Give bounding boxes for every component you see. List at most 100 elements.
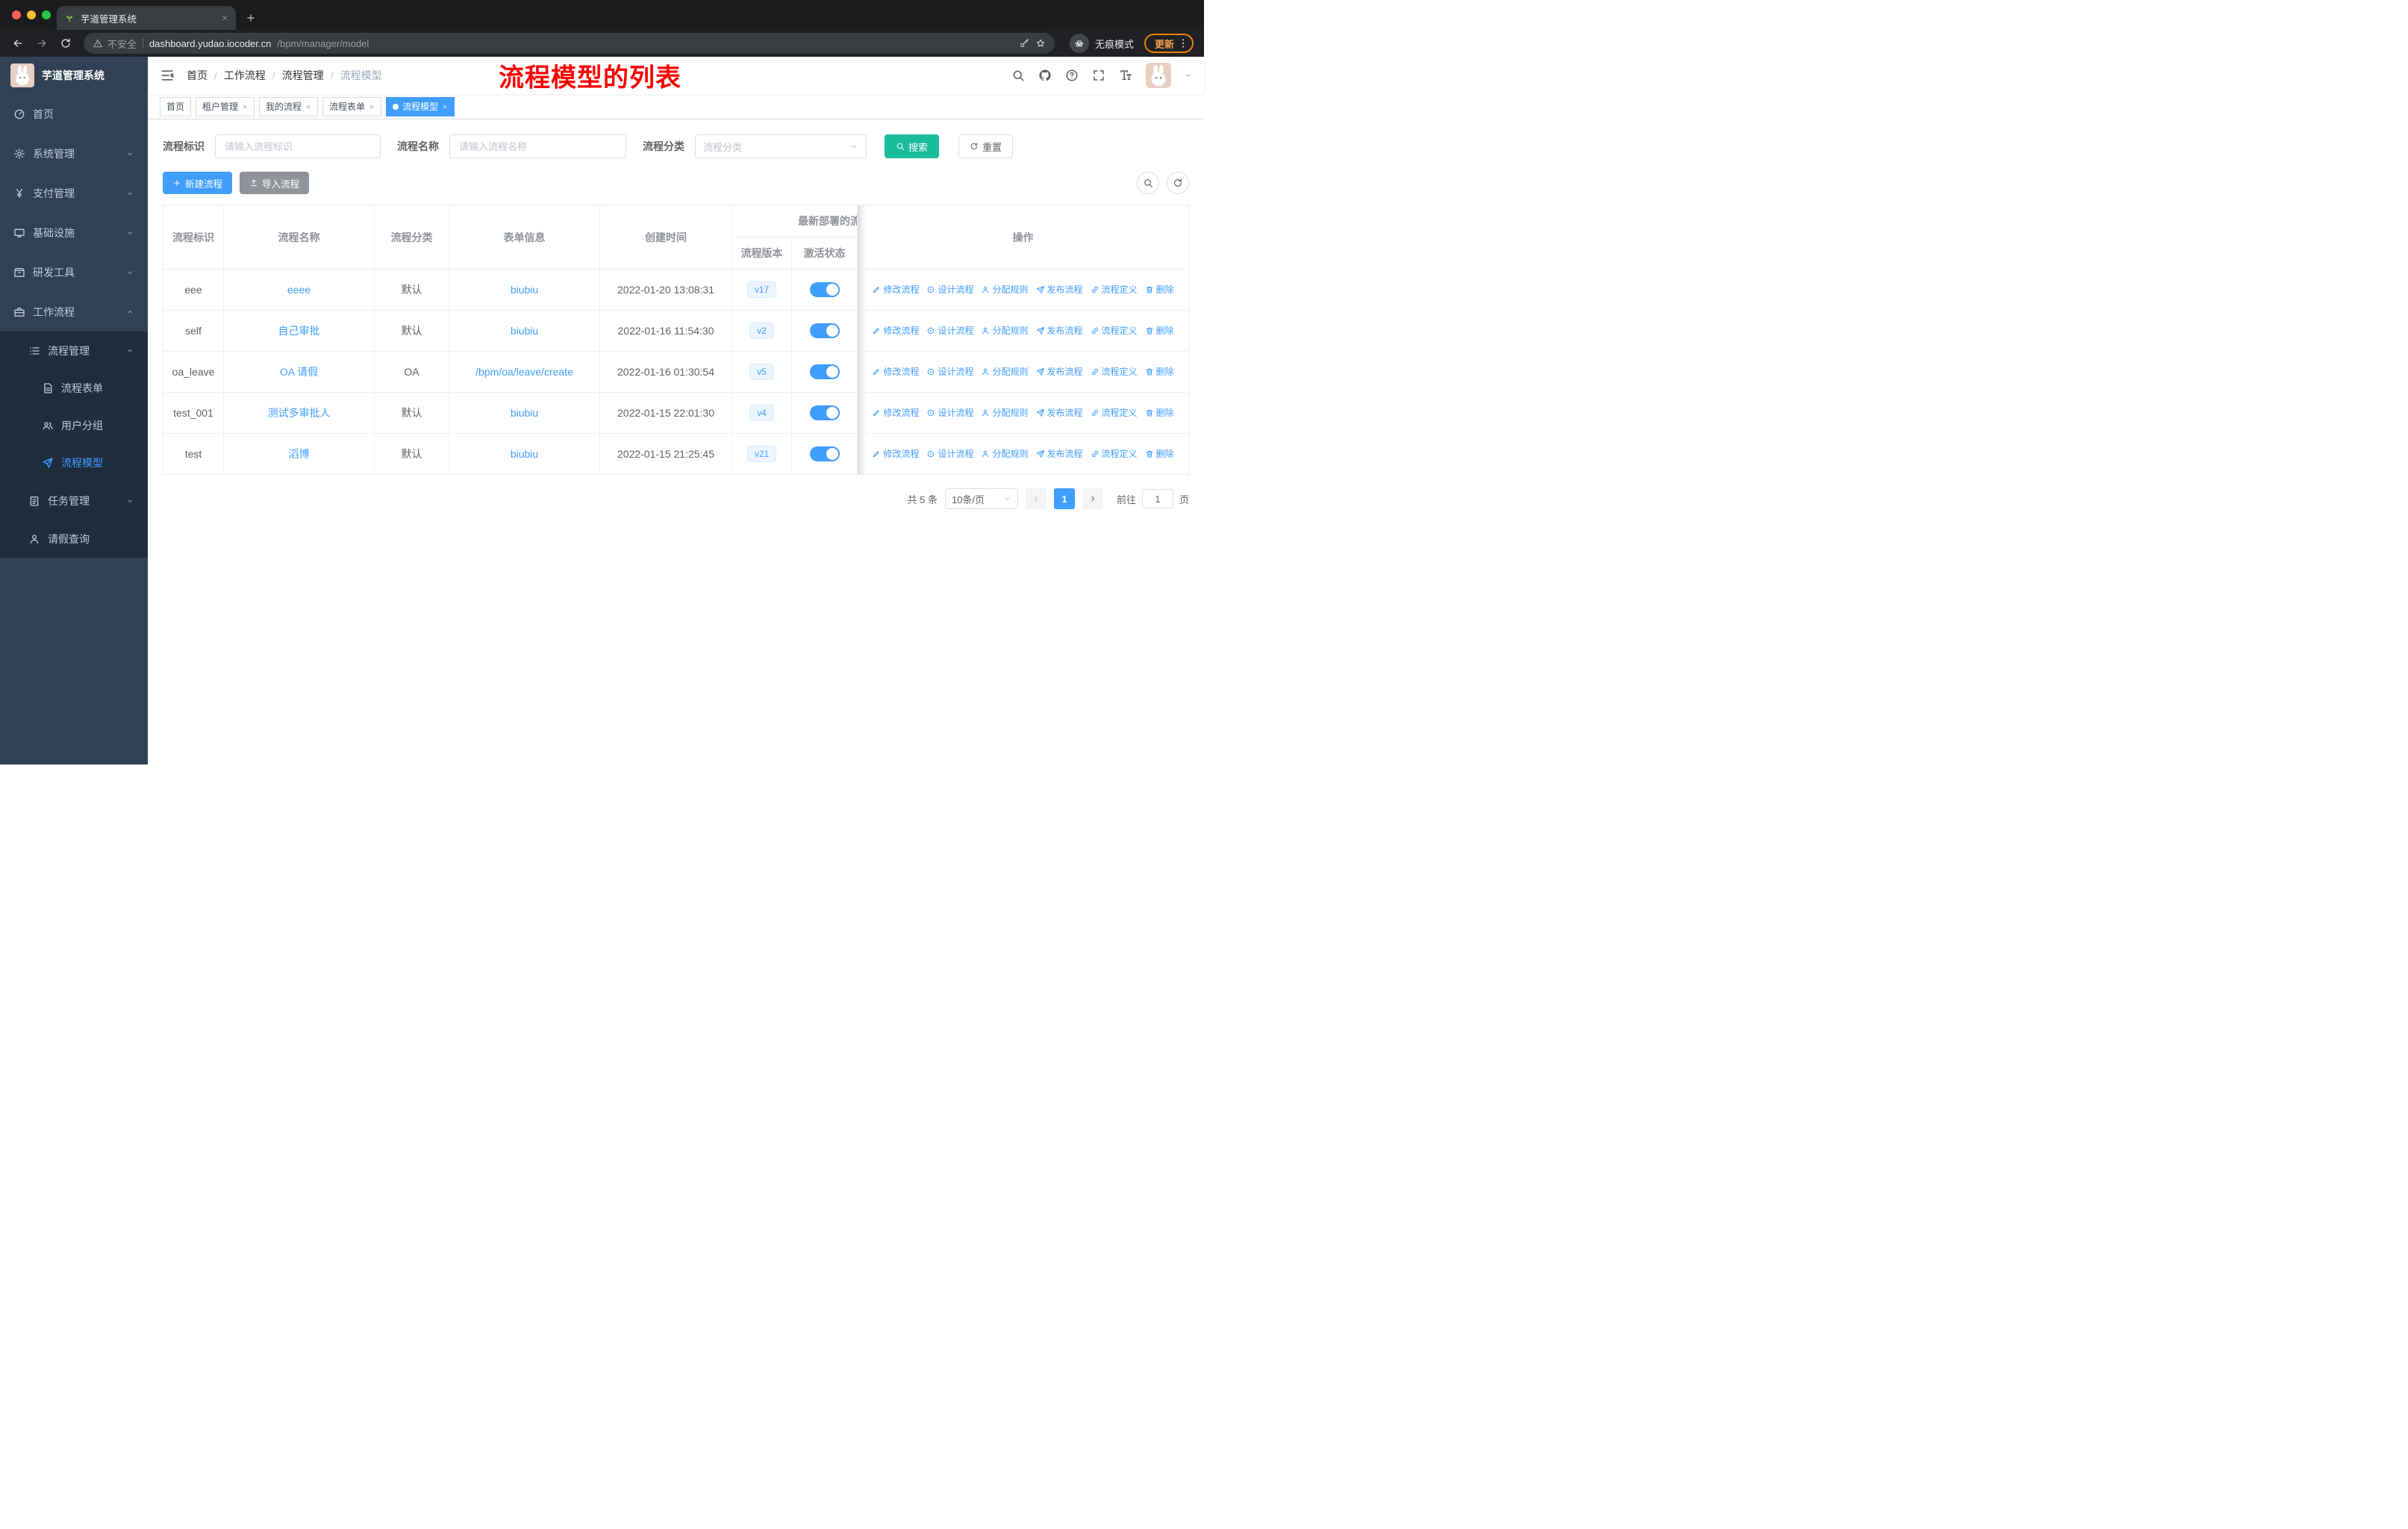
search-button[interactable]: 搜索	[885, 134, 940, 158]
version-badge[interactable]: v17	[746, 281, 777, 298]
github-link[interactable]	[1038, 69, 1052, 82]
form-info-link[interactable]: biubiu	[511, 325, 538, 337]
op-modify-process-link[interactable]: 修改流程	[872, 283, 919, 296]
version-badge[interactable]: v2	[749, 323, 774, 339]
sidebar-item-process-model[interactable]: 流程模型	[0, 444, 148, 482]
kebab-menu-icon[interactable]	[1177, 37, 1189, 49]
active-toggle[interactable]	[809, 282, 840, 297]
tag-process-form[interactable]: 流程表单	[322, 96, 382, 116]
sidebar-item-infra[interactable]: 基础设施	[0, 213, 148, 252]
sidebar-item-process-form[interactable]: 流程表单	[0, 370, 148, 407]
chrome-update-button[interactable]: 更新	[1144, 34, 1194, 53]
fullscreen-button[interactable]	[1092, 69, 1105, 82]
op-delete-link[interactable]: 删除	[1145, 365, 1174, 378]
reload-button[interactable]	[55, 33, 76, 54]
docs-help-button[interactable]	[1065, 69, 1079, 82]
browser-tab[interactable]: 芋道管理系统	[57, 6, 236, 30]
op-assign-rule-link[interactable]: 分配规则	[981, 365, 1029, 378]
version-badge[interactable]: v5	[749, 364, 774, 380]
breadcrumb-home[interactable]: 首页	[187, 68, 208, 83]
sidebar-item-devtools[interactable]: 研发工具	[0, 252, 148, 292]
bookmark-star-icon[interactable]	[1035, 38, 1046, 49]
process-name-link[interactable]: 测试多审批人	[268, 407, 331, 419]
process-name-link[interactable]: 滔博	[289, 448, 310, 460]
sidebar-item-process-management[interactable]: 流程管理	[0, 331, 148, 370]
sidebar-item-leave-query[interactable]: 请假查询	[0, 520, 148, 558]
op-assign-rule-link[interactable]: 分配规则	[981, 283, 1029, 296]
create-process-button[interactable]: 新建流程	[163, 172, 233, 194]
close-icon[interactable]	[442, 104, 448, 110]
breadcrumb-process-management[interactable]: 流程管理	[266, 68, 324, 83]
op-delete-link[interactable]: 删除	[1145, 406, 1174, 419]
close-icon[interactable]	[369, 104, 375, 110]
op-design-process-link[interactable]: 设计流程	[926, 324, 973, 337]
op-publish-process-link[interactable]: 发布流程	[1036, 365, 1083, 378]
form-info-link[interactable]: biubiu	[511, 448, 538, 460]
incognito-avatar[interactable]	[1069, 34, 1089, 53]
op-publish-process-link[interactable]: 发布流程	[1036, 406, 1083, 419]
maximize-window-button[interactable]	[42, 10, 51, 19]
breadcrumb-workflow[interactable]: 工作流程	[208, 68, 266, 83]
reset-button[interactable]: 重置	[958, 134, 1014, 158]
refresh-table-button[interactable]	[1167, 172, 1189, 194]
sidebar-item-home[interactable]: 首页	[0, 94, 148, 134]
toggle-search-button[interactable]	[1137, 172, 1159, 194]
tag-tenant[interactable]: 租户管理	[196, 96, 255, 116]
op-design-process-link[interactable]: 设计流程	[926, 283, 973, 296]
active-toggle[interactable]	[809, 405, 840, 420]
back-button[interactable]	[7, 33, 28, 54]
password-key-icon[interactable]	[1019, 38, 1029, 49]
op-modify-process-link[interactable]: 修改流程	[872, 447, 919, 460]
op-delete-link[interactable]: 删除	[1145, 447, 1174, 460]
goto-page-input[interactable]	[1141, 489, 1173, 508]
op-publish-process-link[interactable]: 发布流程	[1036, 447, 1083, 460]
new-tab-button[interactable]	[240, 7, 261, 28]
op-design-process-link[interactable]: 设计流程	[926, 365, 973, 378]
process-name-link[interactable]: 自己审批	[278, 325, 320, 337]
prev-page-button[interactable]	[1025, 488, 1047, 509]
op-process-definition-link[interactable]: 流程定义	[1091, 406, 1138, 419]
form-info-link[interactable]: biubiu	[511, 284, 538, 296]
page-size-select[interactable]: 10条/页	[944, 488, 1018, 509]
sidebar-item-user-group[interactable]: 用户分组	[0, 407, 148, 444]
op-process-definition-link[interactable]: 流程定义	[1091, 447, 1138, 460]
process-name-input[interactable]	[449, 134, 626, 158]
process-category-select[interactable]: 流程分类	[695, 134, 867, 158]
sidebar-item-system[interactable]: 系统管理	[0, 134, 148, 173]
active-toggle[interactable]	[809, 364, 840, 379]
sidebar-item-workflow[interactable]: 工作流程	[0, 292, 148, 331]
next-page-button[interactable]	[1082, 488, 1103, 509]
active-toggle[interactable]	[809, 446, 840, 461]
op-design-process-link[interactable]: 设计流程	[926, 447, 973, 460]
forward-button[interactable]	[31, 33, 52, 54]
process-name-link[interactable]: eeee	[287, 284, 311, 296]
version-badge[interactable]: v21	[746, 446, 777, 462]
close-icon[interactable]	[305, 104, 311, 110]
op-publish-process-link[interactable]: 发布流程	[1036, 324, 1083, 337]
op-delete-link[interactable]: 删除	[1145, 283, 1174, 296]
tag-home[interactable]: 首页	[160, 96, 192, 116]
security-indicator[interactable]: 不安全	[93, 37, 137, 51]
active-toggle[interactable]	[809, 323, 840, 338]
form-info-link[interactable]: biubiu	[511, 407, 538, 419]
font-size-button[interactable]	[1119, 69, 1132, 82]
process-name-link[interactable]: OA 请假	[280, 366, 318, 378]
avatar-caret-down-icon[interactable]	[1185, 72, 1192, 79]
op-process-definition-link[interactable]: 流程定义	[1091, 365, 1138, 378]
minimize-window-button[interactable]	[27, 10, 36, 19]
op-assign-rule-link[interactable]: 分配规则	[981, 447, 1029, 460]
header-search-button[interactable]	[1011, 69, 1025, 82]
op-delete-link[interactable]: 删除	[1145, 324, 1174, 337]
close-icon[interactable]	[242, 104, 248, 110]
tab-close-icon[interactable]	[221, 14, 228, 22]
import-process-button[interactable]: 导入流程	[240, 172, 310, 194]
op-modify-process-link[interactable]: 修改流程	[872, 365, 919, 378]
op-publish-process-link[interactable]: 发布流程	[1036, 283, 1083, 296]
version-badge[interactable]: v4	[749, 405, 774, 421]
op-assign-rule-link[interactable]: 分配规则	[981, 406, 1029, 419]
address-bar[interactable]: 不安全 dashboard.yudao.iocoder.cn/bpm/manag…	[84, 33, 1055, 54]
form-info-link[interactable]: /bpm/oa/leave/create	[475, 366, 573, 378]
app-logo[interactable]: 芋道管理系统	[0, 57, 148, 94]
page-1-button[interactable]: 1	[1053, 488, 1075, 509]
user-avatar[interactable]	[1146, 63, 1171, 88]
